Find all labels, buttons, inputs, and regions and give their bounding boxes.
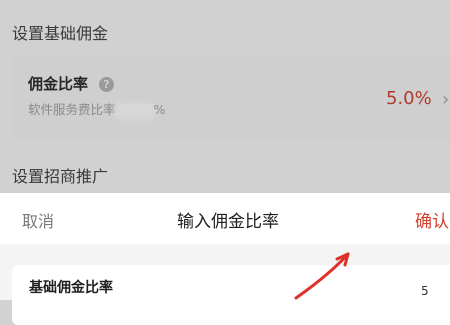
- commission-rate-value: 5.0%: [386, 88, 432, 109]
- input-commission-sheet: 取消 输入佣金比率 确认 基础佣金比率 5: [0, 193, 450, 325]
- service-fee-suffix: %: [153, 102, 166, 117]
- cancel-button[interactable]: 取消: [22, 212, 54, 232]
- section-title-promotion: 设置招商推广: [12, 167, 109, 186]
- base-commission-rate-label: 基础佣金比率: [29, 280, 113, 296]
- commission-rate-title: 佣金比率: [28, 75, 89, 93]
- confirm-button[interactable]: 确认: [415, 212, 449, 232]
- annotation-arrow-icon: [294, 252, 350, 300]
- software-service-fee-text: 软件服务费比率%: [28, 102, 165, 118]
- service-fee-prefix: 软件服务费比率: [28, 102, 116, 117]
- base-commission-input-row[interactable]: 基础佣金比率 5: [12, 265, 450, 325]
- blurred-value: [116, 104, 153, 117]
- commission-rate-card[interactable]: 佣金比率 ? 软件服务费比率% 5.0% ›: [12, 56, 450, 140]
- chevron-right-icon: ›: [442, 89, 450, 110]
- base-commission-rate-input[interactable]: 5: [421, 283, 429, 299]
- sheet-title: 输入佣金比率: [177, 212, 279, 232]
- question-help-icon[interactable]: ?: [99, 77, 114, 92]
- section-title-base-commission: 设置基础佣金: [12, 24, 109, 43]
